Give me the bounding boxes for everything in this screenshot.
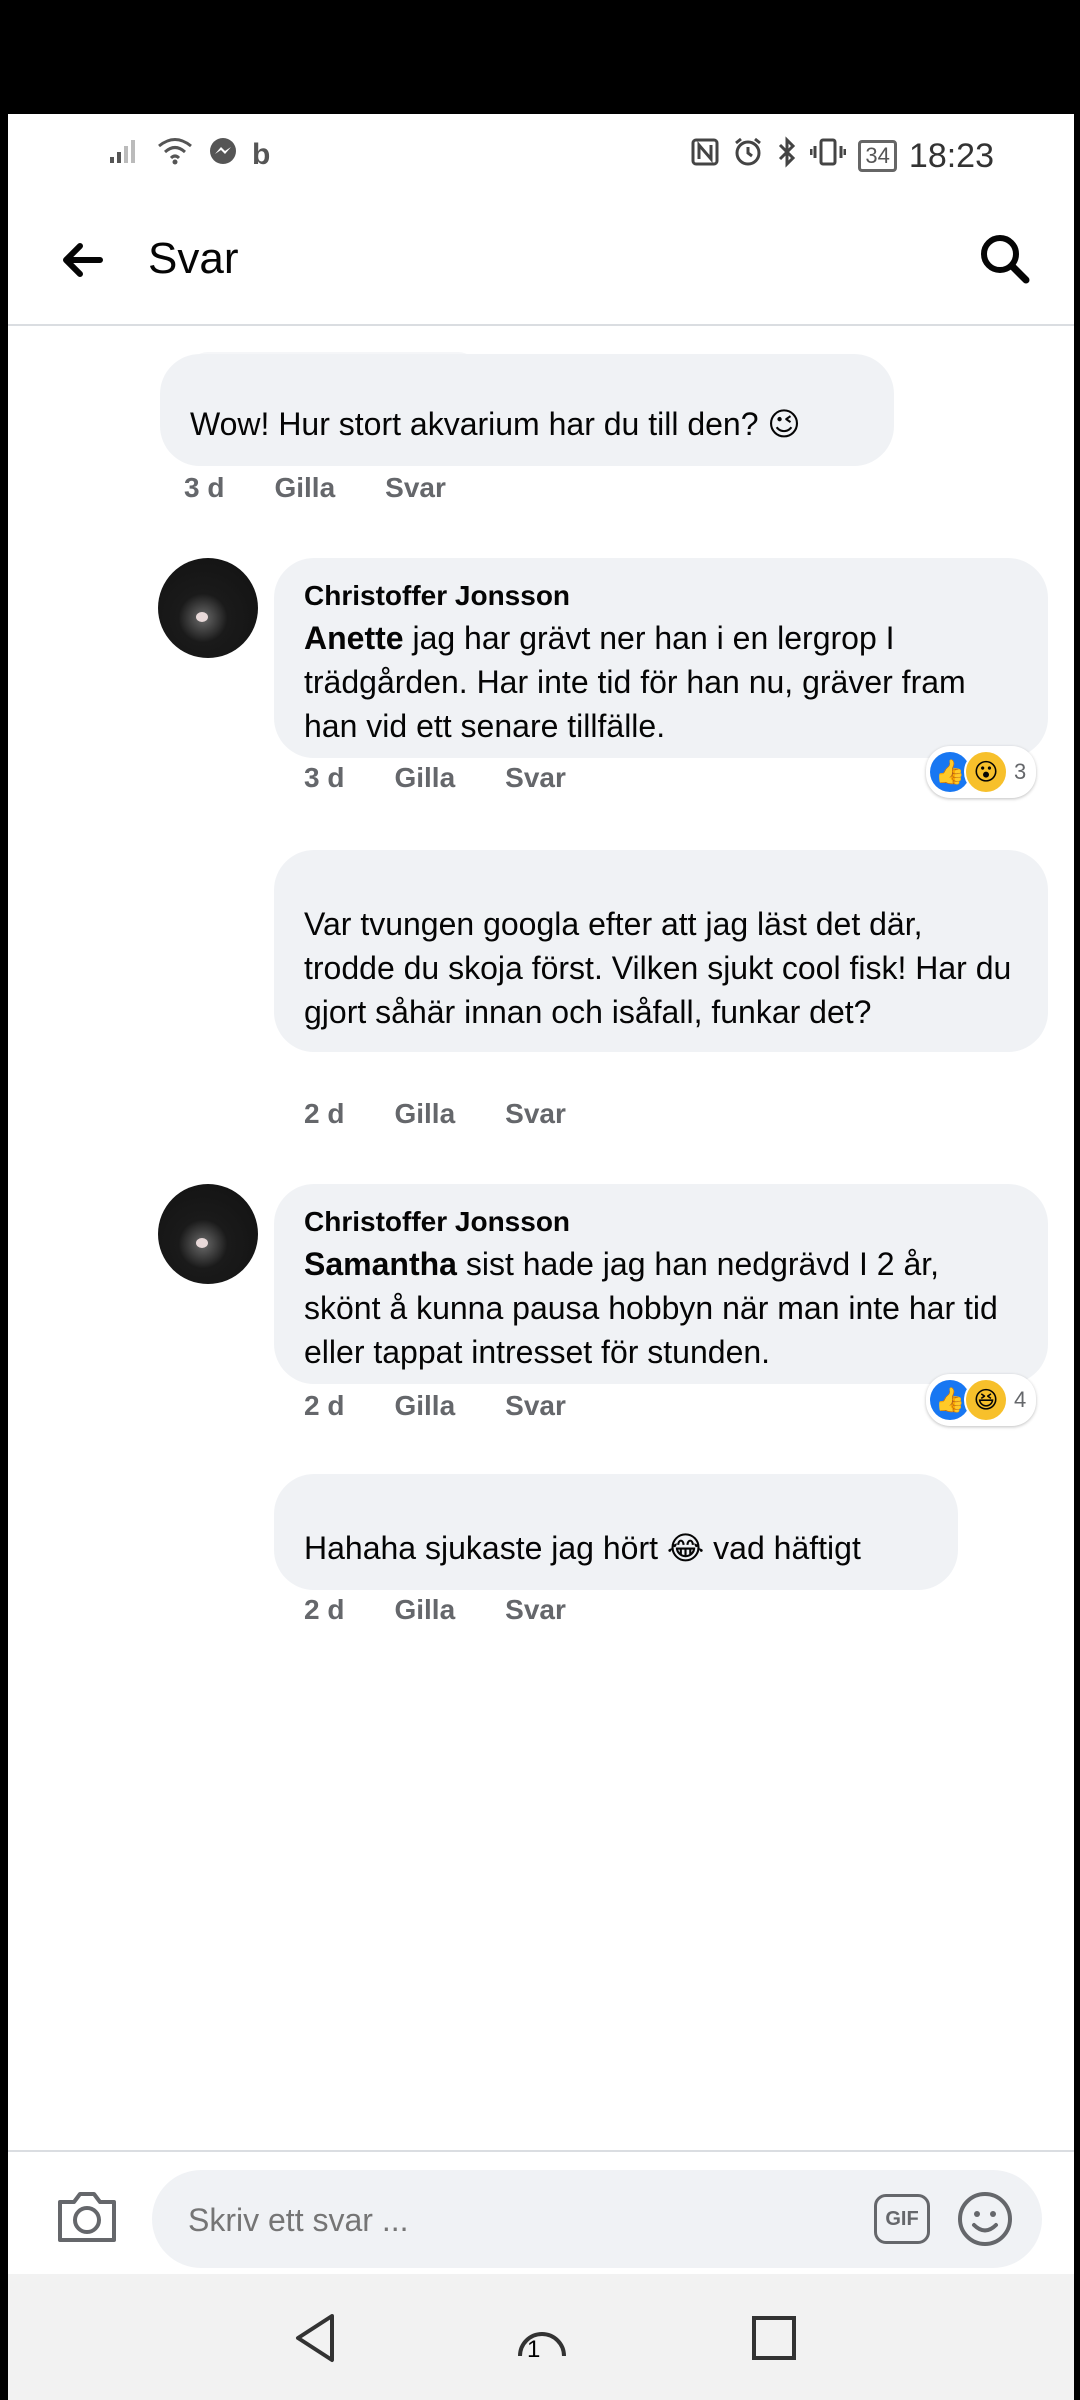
haha-reaction-icon: 😆 bbox=[964, 1378, 1008, 1422]
comment-meta: 3 d Gilla Svar bbox=[304, 762, 616, 794]
like-link[interactable]: Gilla bbox=[394, 762, 455, 794]
home-arc-icon bbox=[518, 2332, 566, 2357]
reaction-count: 4 bbox=[1014, 1387, 1027, 1412]
reply-link[interactable]: Svar bbox=[505, 1390, 566, 1422]
page-title: Svar bbox=[148, 234, 239, 283]
comment-bubble[interactable]: Christoffer Jonsson Anette jag har grävt… bbox=[274, 558, 1048, 758]
comment-meta: 2 d Gilla Svar bbox=[304, 1390, 616, 1422]
mention[interactable]: Anette bbox=[304, 620, 404, 656]
comment-text: Wow! Hur stort akvarium har du till den?… bbox=[190, 406, 801, 442]
search-button[interactable] bbox=[974, 228, 1034, 288]
search-icon bbox=[981, 235, 1030, 284]
comment-time: 2 d bbox=[304, 1594, 345, 1625]
avatar[interactable] bbox=[158, 1184, 258, 1284]
comment-body: jag har grävt ner han i en lergrop I trä… bbox=[304, 620, 966, 744]
wow-reaction-icon: 😮 bbox=[964, 750, 1008, 794]
reply-input[interactable] bbox=[186, 2170, 830, 2270]
square-recents-icon bbox=[752, 2316, 796, 2360]
comment-meta: 2 d Gilla Svar bbox=[304, 1098, 616, 1130]
comment-author[interactable]: Christoffer Jonsson bbox=[304, 580, 1018, 612]
reply-thread: Wow! Hur stort akvarium har du till den?… bbox=[8, 326, 1074, 2152]
reply-composer: GIF bbox=[8, 2150, 1074, 2276]
like-link[interactable]: Gilla bbox=[394, 1594, 455, 1626]
status-right-icons: 34 18:23 bbox=[690, 136, 994, 176]
comment-text: Hahaha sjukaste jag hört 😂 vad häftigt bbox=[304, 1530, 861, 1566]
like-link[interactable]: Gilla bbox=[394, 1098, 455, 1130]
comment-meta: 3 d Gilla Svar bbox=[184, 472, 496, 504]
home-badge: 1 bbox=[527, 2336, 541, 2363]
comment-bubble[interactable]: Wow! Hur stort akvarium har du till den?… bbox=[160, 354, 894, 466]
reaction-summary[interactable]: 👍 😆 4 bbox=[926, 1374, 1037, 1426]
comment-text: Var tvungen googla efter att jag läst de… bbox=[304, 906, 1012, 1030]
b-icon: b bbox=[252, 138, 271, 171]
comment-text: Samantha sist hade jag han nedgrävd I 2 … bbox=[304, 1242, 1018, 1374]
triangle-back-icon bbox=[296, 2314, 334, 2362]
status-bar: b 34 18:23 bbox=[8, 114, 1074, 196]
wifi-icon bbox=[156, 136, 194, 174]
like-link[interactable]: Gilla bbox=[274, 472, 335, 504]
right-bezel bbox=[1074, 114, 1080, 2400]
comment-time: 3 d bbox=[304, 762, 345, 793]
signal-icon bbox=[108, 137, 142, 173]
status-time: 18:23 bbox=[908, 136, 994, 175]
like-link[interactable]: Gilla bbox=[394, 1390, 455, 1422]
comment-bubble[interactable]: Hahaha sjukaste jag hört 😂 vad häftigt bbox=[274, 1474, 958, 1590]
reply-input-wrapper: GIF bbox=[152, 2170, 1042, 2270]
arrow-left-icon bbox=[63, 243, 103, 277]
bluetooth-icon bbox=[776, 136, 798, 176]
comment-time: 2 d bbox=[304, 1390, 345, 1421]
reaction-summary[interactable]: 👍 😮 3 bbox=[926, 746, 1037, 798]
battery-indicator: 34 bbox=[858, 140, 897, 172]
reply-link[interactable]: Svar bbox=[505, 1098, 566, 1130]
system-nav-bar: 1 bbox=[8, 2274, 1074, 2400]
gif-button[interactable]: GIF bbox=[874, 2194, 930, 2244]
vibrate-icon bbox=[809, 136, 847, 176]
comment-time: 2 d bbox=[304, 1098, 345, 1129]
header: Svar bbox=[8, 196, 1074, 326]
mention[interactable]: Samantha bbox=[304, 1246, 457, 1282]
avatar[interactable] bbox=[158, 558, 258, 658]
comment-text: Anette jag har grävt ner han i en lergro… bbox=[304, 616, 1018, 748]
comment-author[interactable]: Christoffer Jonsson bbox=[304, 1206, 1018, 1238]
alarm-icon bbox=[732, 136, 764, 176]
comment-time: 3 d bbox=[184, 472, 225, 503]
nav-back-button[interactable] bbox=[288, 2310, 344, 2366]
comment-bubble[interactable]: Var tvungen googla efter att jag läst de… bbox=[274, 850, 1048, 1052]
comment-bubble[interactable]: Christoffer Jonsson Samantha sist hade j… bbox=[274, 1184, 1048, 1384]
camera-button[interactable] bbox=[54, 2186, 120, 2246]
reaction-count: 3 bbox=[1014, 759, 1027, 784]
reply-link[interactable]: Svar bbox=[505, 1594, 566, 1626]
nav-recents-button[interactable] bbox=[746, 2310, 802, 2366]
messenger-icon bbox=[208, 136, 238, 174]
smiley-icon bbox=[958, 2192, 1012, 2246]
top-bezel bbox=[0, 0, 1080, 114]
comment-meta: 2 d Gilla Svar bbox=[304, 1594, 616, 1626]
nfc-icon bbox=[690, 137, 720, 175]
nav-home-button[interactable] bbox=[514, 2310, 570, 2366]
status-left-icons: b bbox=[108, 136, 270, 174]
camera-icon bbox=[58, 2192, 116, 2242]
reply-link[interactable]: Svar bbox=[385, 472, 446, 504]
emoji-button[interactable] bbox=[956, 2190, 1014, 2248]
reply-link[interactable]: Svar bbox=[505, 762, 566, 794]
left-bezel bbox=[0, 114, 8, 2400]
back-button[interactable] bbox=[52, 230, 112, 290]
